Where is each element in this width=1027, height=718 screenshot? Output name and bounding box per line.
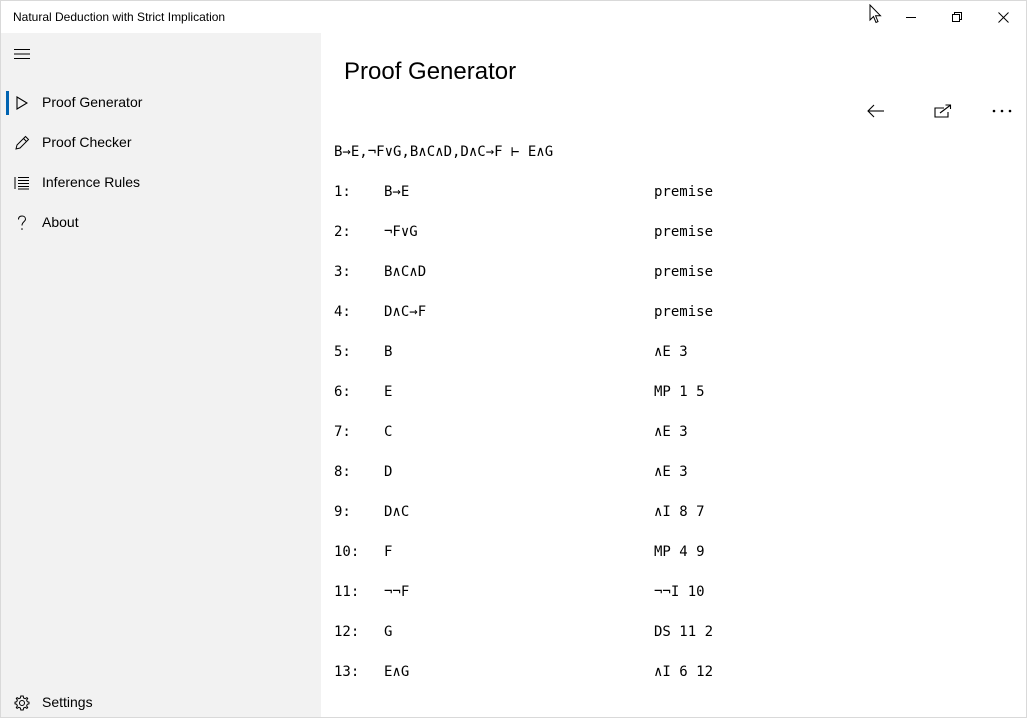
nav-item-label: Settings [42, 694, 93, 710]
line-justification: ∧E 3 [654, 424, 688, 440]
pencil-icon [13, 134, 31, 152]
line-justification: MP 1 5 [654, 384, 705, 400]
selection-indicator [6, 91, 9, 115]
nav-item-proof-generator[interactable]: Proof Generator [1, 83, 321, 123]
line-number: 8: [334, 464, 351, 480]
line-number: 13: [334, 664, 360, 680]
line-number: 1: [334, 184, 351, 200]
line-formula: ¬F∨G [384, 224, 418, 240]
nav-item-proof-checker[interactable]: Proof Checker [1, 123, 321, 163]
nav-item-label: Inference Rules [42, 174, 141, 190]
line-justification: MP 4 9 [654, 544, 705, 560]
question-icon [13, 214, 31, 232]
line-formula: D∧C→F [384, 304, 427, 320]
gear-icon [13, 694, 31, 712]
line-number: 3: [334, 264, 351, 280]
line-formula: B∧C∧D [384, 264, 427, 280]
sequent-text: B→E,¬F∨G,B∧C∧D,D∧C→F ⊢ E∧G [334, 144, 554, 160]
line-justification: ¬¬I 10 [654, 584, 705, 600]
line-formula: E [384, 384, 393, 400]
line-number: 10: [334, 544, 360, 560]
mouse-cursor-icon [869, 4, 882, 24]
proof-line: 13: E∧G ∧I 6 12 [334, 664, 934, 684]
hamburger-icon [14, 49, 30, 59]
play-icon [13, 94, 31, 112]
line-number: 11: [334, 584, 360, 600]
proof-line: 10: F MP 4 9 [334, 544, 934, 564]
line-number: 12: [334, 624, 360, 640]
proof-line: 12: G DS 11 2 [334, 624, 934, 644]
line-formula: G [384, 624, 393, 640]
proof-line: 9: D∧C ∧I 8 7 [334, 504, 934, 524]
line-formula: B→E [384, 184, 410, 200]
app-title: Natural Deduction with Strict Implicatio… [13, 10, 226, 24]
hamburger-menu-button[interactable] [1, 33, 43, 75]
line-justification: ∧I 8 7 [654, 504, 705, 520]
line-justification: DS 11 2 [654, 624, 714, 640]
line-justification: ∧I 6 12 [654, 664, 714, 680]
line-justification: ∧E 3 [654, 464, 688, 480]
proof-line: 5: B ∧E 3 [334, 344, 934, 364]
list-icon [13, 174, 31, 192]
line-formula: ¬¬F [384, 584, 410, 600]
nav-item-about[interactable]: About [1, 203, 321, 243]
nav-item-label: Proof Checker [42, 134, 132, 150]
close-button[interactable] [980, 1, 1026, 33]
minimize-icon [906, 17, 916, 18]
app-window: Natural Deduction with Strict Implicatio… [0, 0, 1027, 718]
minimize-button[interactable] [888, 1, 934, 33]
more-options-button[interactable] [982, 95, 1022, 127]
line-formula: C [384, 424, 393, 440]
line-formula: D∧C [384, 504, 410, 520]
proof-line: 11: ¬¬F ¬¬I 10 [334, 584, 934, 604]
proof-line: 6: E MP 1 5 [334, 384, 934, 404]
line-justification: premise [654, 184, 714, 200]
nav-item-inference-rules[interactable]: Inference Rules [1, 163, 321, 203]
share-icon [934, 104, 952, 118]
line-number: 5: [334, 344, 351, 360]
nav-item-settings[interactable]: Settings [1, 683, 321, 717]
line-formula: F [384, 544, 393, 560]
line-formula: B [384, 344, 393, 360]
ellipsis-icon [992, 109, 1012, 113]
share-button[interactable] [923, 95, 963, 127]
proof-line: 8: D ∧E 3 [334, 464, 934, 484]
proof-line: 1: B→E premise [334, 184, 934, 204]
line-justification: premise [654, 224, 714, 240]
proof-line: 3: B∧C∧D premise [334, 264, 934, 284]
line-number: 6: [334, 384, 351, 400]
nav-item-label: Proof Generator [42, 94, 143, 110]
line-number: 2: [334, 224, 351, 240]
proof-line: 7: C ∧E 3 [334, 424, 934, 444]
title-bar: Natural Deduction with Strict Implicatio… [1, 1, 1026, 33]
line-number: 9: [334, 504, 351, 520]
line-justification: premise [654, 264, 714, 280]
proof-line: 2: ¬F∨G premise [334, 224, 934, 244]
line-formula: E∧G [384, 664, 410, 680]
nav-item-label: About [42, 214, 79, 230]
restore-icon [952, 12, 962, 22]
back-arrow-icon [867, 104, 884, 118]
close-icon [997, 11, 1009, 23]
restore-button[interactable] [934, 1, 980, 33]
proof-line: 4: D∧C→F premise [334, 304, 934, 324]
line-number: 4: [334, 304, 351, 320]
line-formula: D [384, 464, 393, 480]
navigation-pane: Proof Generator Proof Checker Inference … [1, 33, 321, 717]
line-number: 7: [334, 424, 351, 440]
line-justification: premise [654, 304, 714, 320]
page-title: Proof Generator [344, 58, 517, 86]
main-content: Proof Generator B→E,¬F∨G,B∧C∧D,D∧C→F ⊢ E… [321, 33, 1026, 717]
back-button[interactable] [856, 95, 896, 127]
line-justification: ∧E 3 [654, 344, 688, 360]
